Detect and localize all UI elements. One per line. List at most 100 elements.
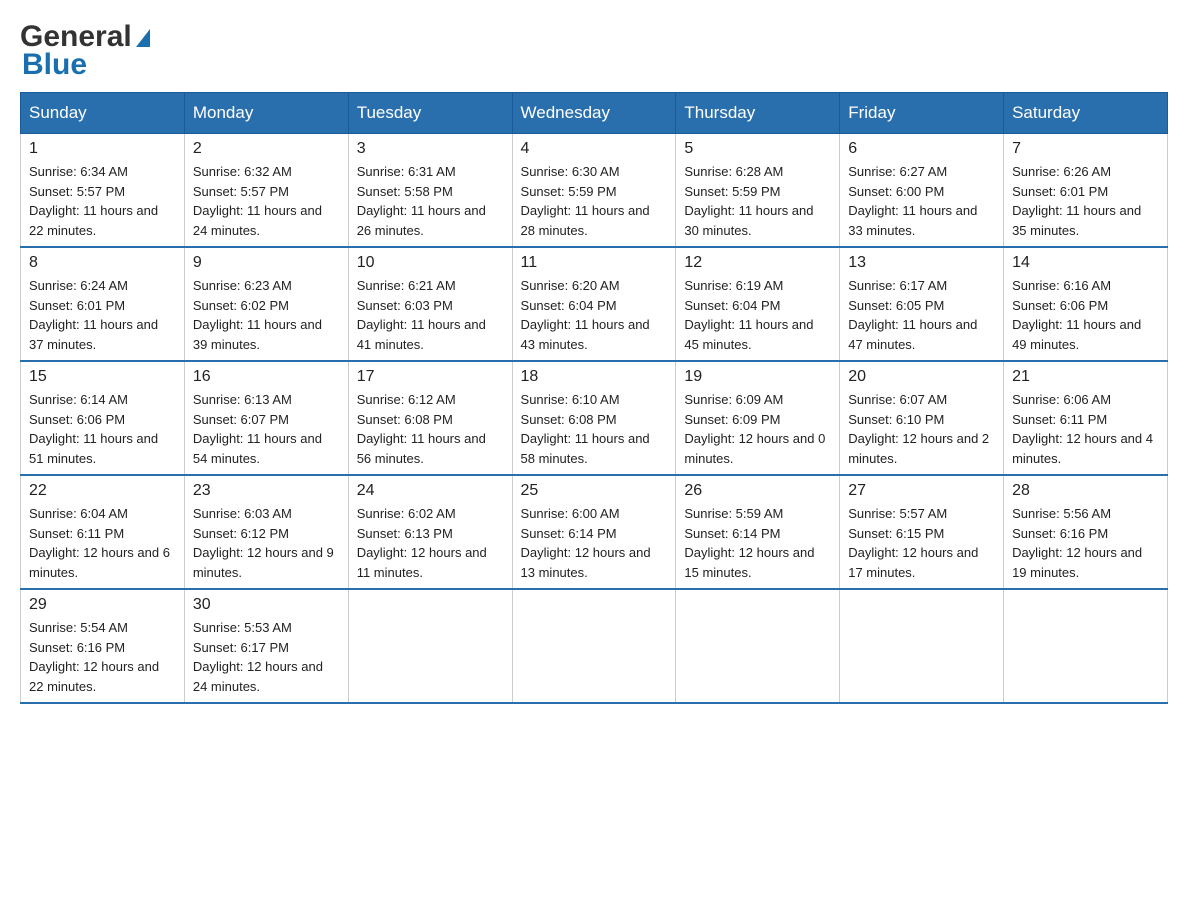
day-info: Sunrise: 6:32 AM Sunset: 5:57 PM Dayligh… bbox=[193, 162, 340, 240]
logo-blue-text: Blue bbox=[22, 48, 150, 82]
calendar-cell: 12 Sunrise: 6:19 AM Sunset: 6:04 PM Dayl… bbox=[676, 247, 840, 361]
calendar-cell bbox=[512, 589, 676, 703]
day-number: 30 bbox=[193, 596, 340, 614]
calendar-cell: 11 Sunrise: 6:20 AM Sunset: 6:04 PM Dayl… bbox=[512, 247, 676, 361]
calendar-cell: 7 Sunrise: 6:26 AM Sunset: 6:01 PM Dayli… bbox=[1004, 134, 1168, 248]
day-number: 17 bbox=[357, 368, 504, 386]
calendar-cell: 24 Sunrise: 6:02 AM Sunset: 6:13 PM Dayl… bbox=[348, 475, 512, 589]
day-info: Sunrise: 5:54 AM Sunset: 6:16 PM Dayligh… bbox=[29, 618, 176, 696]
day-info: Sunrise: 6:23 AM Sunset: 6:02 PM Dayligh… bbox=[193, 276, 340, 354]
day-number: 24 bbox=[357, 482, 504, 500]
calendar-cell: 4 Sunrise: 6:30 AM Sunset: 5:59 PM Dayli… bbox=[512, 134, 676, 248]
calendar-cell: 8 Sunrise: 6:24 AM Sunset: 6:01 PM Dayli… bbox=[21, 247, 185, 361]
header-monday: Monday bbox=[184, 93, 348, 134]
day-info: Sunrise: 6:02 AM Sunset: 6:13 PM Dayligh… bbox=[357, 504, 504, 582]
calendar-cell: 14 Sunrise: 6:16 AM Sunset: 6:06 PM Dayl… bbox=[1004, 247, 1168, 361]
day-info: Sunrise: 6:13 AM Sunset: 6:07 PM Dayligh… bbox=[193, 390, 340, 468]
calendar-cell: 26 Sunrise: 5:59 AM Sunset: 6:14 PM Dayl… bbox=[676, 475, 840, 589]
day-number: 26 bbox=[684, 482, 831, 500]
day-number: 7 bbox=[1012, 140, 1159, 158]
day-number: 5 bbox=[684, 140, 831, 158]
logo: General Blue bbox=[20, 20, 150, 82]
header-tuesday: Tuesday bbox=[348, 93, 512, 134]
day-number: 16 bbox=[193, 368, 340, 386]
day-info: Sunrise: 6:16 AM Sunset: 6:06 PM Dayligh… bbox=[1012, 276, 1159, 354]
calendar-cell: 18 Sunrise: 6:10 AM Sunset: 6:08 PM Dayl… bbox=[512, 361, 676, 475]
day-number: 27 bbox=[848, 482, 995, 500]
day-info: Sunrise: 6:27 AM Sunset: 6:00 PM Dayligh… bbox=[848, 162, 995, 240]
day-info: Sunrise: 6:04 AM Sunset: 6:11 PM Dayligh… bbox=[29, 504, 176, 582]
day-info: Sunrise: 6:06 AM Sunset: 6:11 PM Dayligh… bbox=[1012, 390, 1159, 468]
calendar-cell: 25 Sunrise: 6:00 AM Sunset: 6:14 PM Dayl… bbox=[512, 475, 676, 589]
logo-triangle-icon bbox=[136, 29, 150, 47]
day-number: 20 bbox=[848, 368, 995, 386]
calendar-cell: 15 Sunrise: 6:14 AM Sunset: 6:06 PM Dayl… bbox=[21, 361, 185, 475]
day-info: Sunrise: 6:26 AM Sunset: 6:01 PM Dayligh… bbox=[1012, 162, 1159, 240]
day-info: Sunrise: 6:07 AM Sunset: 6:10 PM Dayligh… bbox=[848, 390, 995, 468]
day-number: 1 bbox=[29, 140, 176, 158]
day-number: 22 bbox=[29, 482, 176, 500]
day-number: 3 bbox=[357, 140, 504, 158]
day-number: 10 bbox=[357, 254, 504, 272]
day-info: Sunrise: 6:19 AM Sunset: 6:04 PM Dayligh… bbox=[684, 276, 831, 354]
day-info: Sunrise: 6:10 AM Sunset: 6:08 PM Dayligh… bbox=[521, 390, 668, 468]
calendar-table: SundayMondayTuesdayWednesdayThursdayFrid… bbox=[20, 92, 1168, 704]
header-friday: Friday bbox=[840, 93, 1004, 134]
calendar-cell: 20 Sunrise: 6:07 AM Sunset: 6:10 PM Dayl… bbox=[840, 361, 1004, 475]
calendar-cell: 6 Sunrise: 6:27 AM Sunset: 6:00 PM Dayli… bbox=[840, 134, 1004, 248]
day-number: 8 bbox=[29, 254, 176, 272]
calendar-cell: 22 Sunrise: 6:04 AM Sunset: 6:11 PM Dayl… bbox=[21, 475, 185, 589]
header-sunday: Sunday bbox=[21, 93, 185, 134]
day-info: Sunrise: 5:53 AM Sunset: 6:17 PM Dayligh… bbox=[193, 618, 340, 696]
calendar-cell: 5 Sunrise: 6:28 AM Sunset: 5:59 PM Dayli… bbox=[676, 134, 840, 248]
day-number: 2 bbox=[193, 140, 340, 158]
calendar-cell: 9 Sunrise: 6:23 AM Sunset: 6:02 PM Dayli… bbox=[184, 247, 348, 361]
day-info: Sunrise: 6:20 AM Sunset: 6:04 PM Dayligh… bbox=[521, 276, 668, 354]
week-row-3: 15 Sunrise: 6:14 AM Sunset: 6:06 PM Dayl… bbox=[21, 361, 1168, 475]
calendar-cell: 1 Sunrise: 6:34 AM Sunset: 5:57 PM Dayli… bbox=[21, 134, 185, 248]
day-number: 13 bbox=[848, 254, 995, 272]
day-number: 14 bbox=[1012, 254, 1159, 272]
calendar-cell: 27 Sunrise: 5:57 AM Sunset: 6:15 PM Dayl… bbox=[840, 475, 1004, 589]
day-number: 18 bbox=[521, 368, 668, 386]
day-info: Sunrise: 6:28 AM Sunset: 5:59 PM Dayligh… bbox=[684, 162, 831, 240]
calendar-cell: 28 Sunrise: 5:56 AM Sunset: 6:16 PM Dayl… bbox=[1004, 475, 1168, 589]
calendar-cell: 30 Sunrise: 5:53 AM Sunset: 6:17 PM Dayl… bbox=[184, 589, 348, 703]
day-info: Sunrise: 6:17 AM Sunset: 6:05 PM Dayligh… bbox=[848, 276, 995, 354]
calendar-cell: 17 Sunrise: 6:12 AM Sunset: 6:08 PM Dayl… bbox=[348, 361, 512, 475]
day-number: 25 bbox=[521, 482, 668, 500]
header-saturday: Saturday bbox=[1004, 93, 1168, 134]
calendar-cell bbox=[676, 589, 840, 703]
week-row-5: 29 Sunrise: 5:54 AM Sunset: 6:16 PM Dayl… bbox=[21, 589, 1168, 703]
page-header: General Blue bbox=[20, 20, 1168, 82]
day-number: 12 bbox=[684, 254, 831, 272]
calendar-cell bbox=[1004, 589, 1168, 703]
calendar-cell bbox=[348, 589, 512, 703]
day-number: 28 bbox=[1012, 482, 1159, 500]
day-info: Sunrise: 6:14 AM Sunset: 6:06 PM Dayligh… bbox=[29, 390, 176, 468]
day-info: Sunrise: 5:59 AM Sunset: 6:14 PM Dayligh… bbox=[684, 504, 831, 582]
day-number: 21 bbox=[1012, 368, 1159, 386]
calendar-cell bbox=[840, 589, 1004, 703]
day-info: Sunrise: 6:00 AM Sunset: 6:14 PM Dayligh… bbox=[521, 504, 668, 582]
week-row-4: 22 Sunrise: 6:04 AM Sunset: 6:11 PM Dayl… bbox=[21, 475, 1168, 589]
day-number: 9 bbox=[193, 254, 340, 272]
day-info: Sunrise: 6:12 AM Sunset: 6:08 PM Dayligh… bbox=[357, 390, 504, 468]
day-number: 29 bbox=[29, 596, 176, 614]
calendar-cell: 10 Sunrise: 6:21 AM Sunset: 6:03 PM Dayl… bbox=[348, 247, 512, 361]
day-info: Sunrise: 6:24 AM Sunset: 6:01 PM Dayligh… bbox=[29, 276, 176, 354]
week-row-2: 8 Sunrise: 6:24 AM Sunset: 6:01 PM Dayli… bbox=[21, 247, 1168, 361]
calendar-cell: 13 Sunrise: 6:17 AM Sunset: 6:05 PM Dayl… bbox=[840, 247, 1004, 361]
day-info: Sunrise: 6:09 AM Sunset: 6:09 PM Dayligh… bbox=[684, 390, 831, 468]
calendar-cell: 23 Sunrise: 6:03 AM Sunset: 6:12 PM Dayl… bbox=[184, 475, 348, 589]
calendar-cell: 3 Sunrise: 6:31 AM Sunset: 5:58 PM Dayli… bbox=[348, 134, 512, 248]
calendar-cell: 29 Sunrise: 5:54 AM Sunset: 6:16 PM Dayl… bbox=[21, 589, 185, 703]
day-info: Sunrise: 6:30 AM Sunset: 5:59 PM Dayligh… bbox=[521, 162, 668, 240]
day-number: 15 bbox=[29, 368, 176, 386]
calendar-cell: 16 Sunrise: 6:13 AM Sunset: 6:07 PM Dayl… bbox=[184, 361, 348, 475]
day-number: 4 bbox=[521, 140, 668, 158]
day-number: 19 bbox=[684, 368, 831, 386]
week-row-1: 1 Sunrise: 6:34 AM Sunset: 5:57 PM Dayli… bbox=[21, 134, 1168, 248]
calendar-header-row: SundayMondayTuesdayWednesdayThursdayFrid… bbox=[21, 93, 1168, 134]
calendar-cell: 19 Sunrise: 6:09 AM Sunset: 6:09 PM Dayl… bbox=[676, 361, 840, 475]
